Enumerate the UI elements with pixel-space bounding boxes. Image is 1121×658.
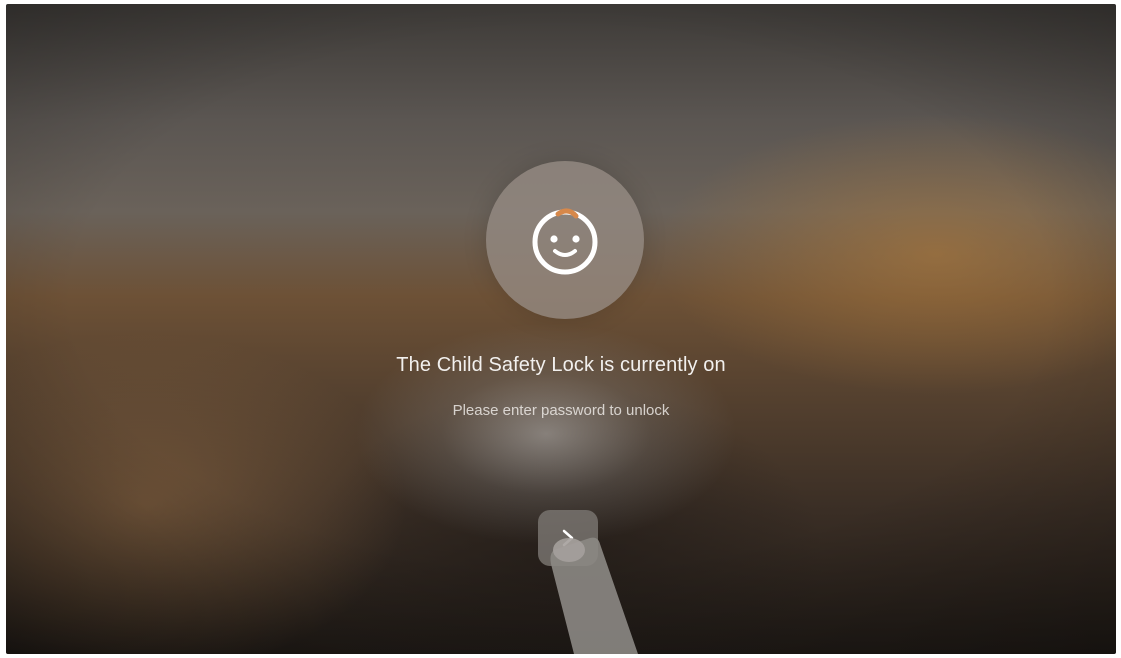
child-face-icon [532, 208, 598, 275]
chevron-right-icon [562, 529, 574, 547]
next-button[interactable] [538, 510, 598, 566]
page-title: The Child Safety Lock is currently on [396, 354, 726, 376]
lock-screen: The Child Safety Lock is currently on Pl… [6, 4, 1116, 654]
page-subtitle: Please enter password to unlock [452, 402, 670, 419]
child-avatar [486, 161, 644, 319]
